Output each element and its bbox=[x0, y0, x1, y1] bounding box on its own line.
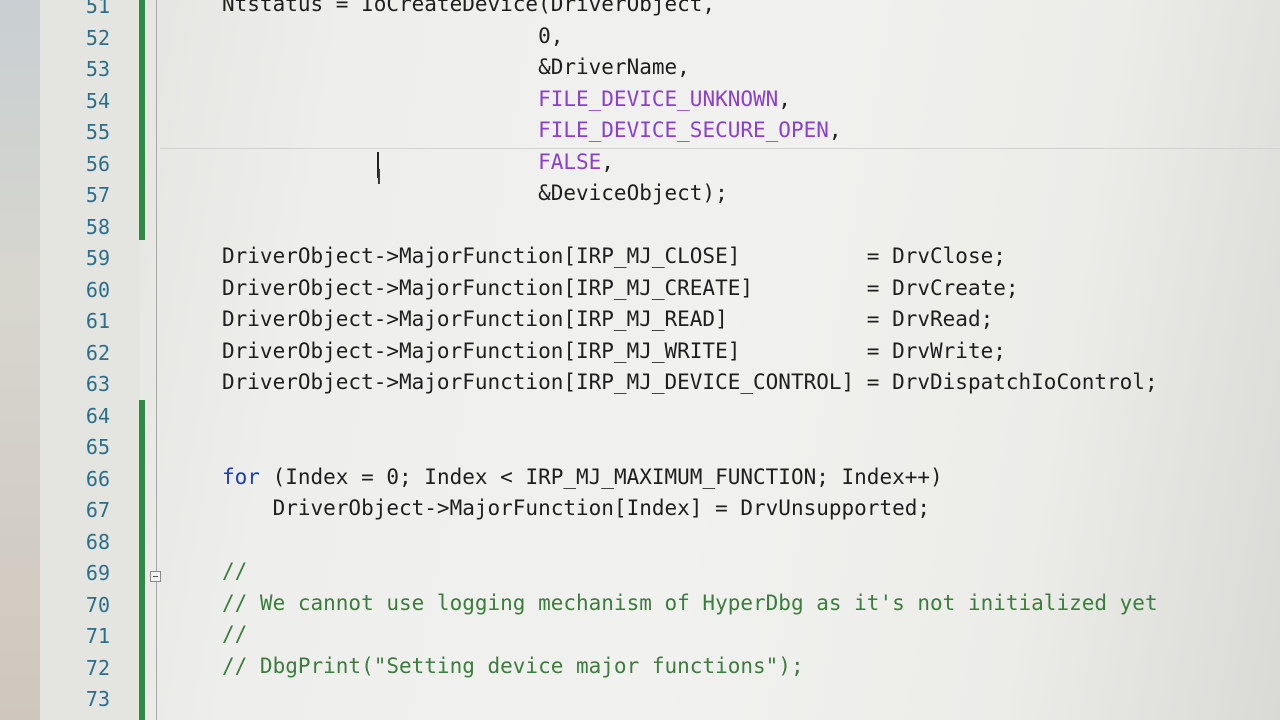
line-number: 66 bbox=[85, 466, 110, 491]
keyword-text: for bbox=[222, 464, 260, 489]
line-number: 61 bbox=[85, 309, 110, 333]
code-line[interactable]: DriverObject->MajorFunction[IRP_MJ_WRITE… bbox=[222, 339, 1006, 363]
code-text: DriverObject->MajorFunction[IRP_MJ_READ]… bbox=[222, 307, 994, 331]
code-line[interactable]: // bbox=[222, 622, 247, 646]
code-line[interactable]: // We cannot use logging mechanism of Hy… bbox=[222, 591, 1158, 615]
code-line[interactable]: DriverObject->MajorFunction[IRP_MJ_CLOSE… bbox=[222, 244, 1006, 268]
line-number: 59 bbox=[85, 246, 110, 270]
code-text: &DriverName, bbox=[222, 55, 690, 79]
code-line[interactable]: // DbgPrint("Setting device major functi… bbox=[222, 654, 804, 678]
change-indicator-bar bbox=[139, 400, 145, 720]
code-editor[interactable]: 51 Ntstatus = IoCreateDevice(DriverObject… bbox=[0, 0, 1280, 720]
line-number: 55 bbox=[85, 120, 110, 144]
macro-text: FALSE bbox=[538, 149, 602, 174]
line-number: 62 bbox=[85, 340, 110, 365]
line-number: 57 bbox=[85, 183, 110, 207]
code-line[interactable]: DriverObject->MajorFunction[IRP_MJ_DEVIC… bbox=[222, 370, 1158, 394]
code-line[interactable]: // bbox=[222, 559, 247, 583]
change-indicator-bar bbox=[139, 0, 145, 240]
line-number: 56 bbox=[85, 151, 110, 176]
code-line[interactable]: DriverObject->MajorFunction[Index] = Drv… bbox=[222, 496, 930, 520]
code-line[interactable]: &DriverName, bbox=[222, 55, 690, 79]
code-line[interactable]: Ntstatus = IoCreateDevice(DriverObject, bbox=[222, 0, 715, 16]
ibeam-cursor-icon: I bbox=[376, 165, 382, 189]
line-number: 54 bbox=[85, 88, 110, 113]
line-number: 67 bbox=[85, 498, 110, 522]
collapse-region-icon[interactable] bbox=[150, 571, 161, 582]
line-number: 69 bbox=[85, 561, 110, 585]
code-line[interactable]: FALSE, bbox=[222, 150, 614, 174]
comment-text: // We cannot use logging mechanism of Hy… bbox=[222, 590, 1158, 615]
macro-text: FILE_DEVICE_UNKNOWN bbox=[538, 86, 779, 111]
code-line[interactable]: FILE_DEVICE_SECURE_OPEN, bbox=[222, 118, 842, 142]
line-number: 71 bbox=[85, 624, 110, 648]
macro-text: FILE_DEVICE_SECURE_OPEN bbox=[538, 118, 829, 142]
line-number: 70 bbox=[85, 592, 110, 617]
code-text: Ntstatus = IoCreateDevice(DriverObject, bbox=[222, 0, 716, 16]
comment-text: // bbox=[222, 622, 248, 646]
line-number: 51 bbox=[85, 0, 110, 18]
code-line[interactable]: &DeviceObject); bbox=[222, 181, 728, 205]
line-number: 58 bbox=[85, 214, 110, 239]
code-text: (Index = 0; Index < IRP_MJ_MAXIMUM_FUNCT… bbox=[259, 464, 943, 489]
code-line[interactable]: for (Index = 0; Index < IRP_MJ_MAXIMUM_F… bbox=[222, 465, 943, 489]
line-number: 68 bbox=[85, 529, 110, 554]
code-text: DriverObject->MajorFunction[IRP_MJ_WRITE… bbox=[222, 338, 1006, 363]
code-text: DriverObject->MajorFunction[IRP_MJ_CREAT… bbox=[222, 275, 1019, 300]
comment-text: // bbox=[222, 559, 248, 583]
code-text: , bbox=[778, 86, 791, 111]
code-text: , bbox=[828, 118, 842, 142]
line-number: 72 bbox=[85, 655, 110, 680]
line-number: 63 bbox=[85, 372, 110, 396]
line-number: 52 bbox=[85, 25, 110, 50]
window-edge bbox=[0, 0, 40, 720]
line-number: 60 bbox=[85, 277, 110, 302]
comment-text: // DbgPrint("Setting device major functi… bbox=[222, 653, 804, 678]
code-line[interactable]: 0, bbox=[222, 24, 563, 48]
code-text: , bbox=[601, 149, 614, 174]
code-line[interactable]: DriverObject->MajorFunction[IRP_MJ_CREAT… bbox=[222, 276, 1019, 300]
line-number: 64 bbox=[85, 403, 110, 428]
line-number: 73 bbox=[85, 687, 110, 711]
code-text: DriverObject->MajorFunction[IRP_MJ_CLOSE… bbox=[222, 244, 1006, 268]
code-line[interactable]: FILE_DEVICE_UNKNOWN, bbox=[222, 87, 791, 111]
code-text: DriverObject->MajorFunction[Index] = Drv… bbox=[222, 496, 931, 520]
line-number: 65 bbox=[85, 435, 110, 459]
outline-guide bbox=[156, 0, 157, 720]
code-text: DriverObject->MajorFunction[IRP_MJ_DEVIC… bbox=[222, 370, 1158, 394]
line-number: 53 bbox=[85, 57, 110, 81]
code-text: &DeviceObject); bbox=[222, 181, 728, 205]
code-text: 0, bbox=[222, 23, 564, 48]
code-line[interactable]: DriverObject->MajorFunction[IRP_MJ_READ]… bbox=[222, 307, 993, 331]
